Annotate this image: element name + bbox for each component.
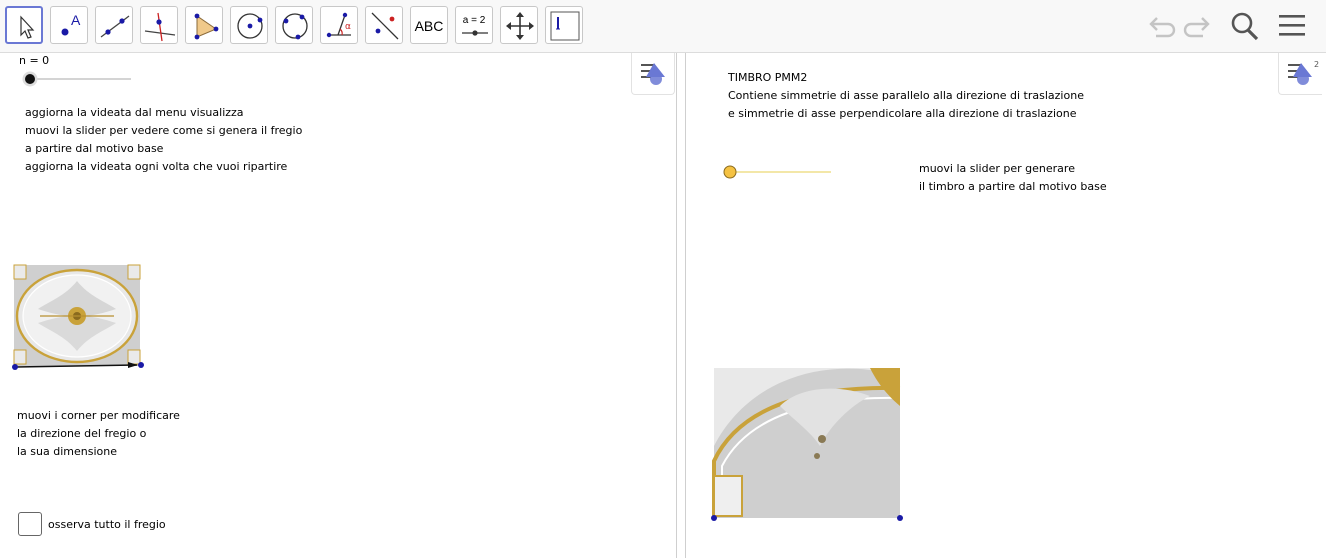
redo-icon xyxy=(1183,17,1210,38)
panel-divider[interactable] xyxy=(676,53,686,558)
slider-n[interactable] xyxy=(18,68,138,90)
move-arrows-icon xyxy=(506,12,534,40)
perpendicular-line-icon xyxy=(144,12,176,42)
slider-tool-button[interactable]: a = 2 xyxy=(455,6,493,44)
toolbar: A α ABC a = 2 xyxy=(0,0,1326,53)
text-tool-label: ABC xyxy=(414,18,444,34)
pattern-description-line: Contiene simmetrie di asse parallelo all… xyxy=(728,89,1084,102)
image-icon xyxy=(550,11,580,41)
pattern-title: TIMBRO PMM2 xyxy=(728,71,808,84)
style-bar-toggle-2[interactable]: 2 xyxy=(1278,53,1322,95)
angle-icon xyxy=(326,12,351,38)
move-graphics-tool-button[interactable] xyxy=(500,6,538,44)
line-tool-button[interactable] xyxy=(95,6,133,44)
angle-tool-button[interactable]: α xyxy=(320,6,358,44)
angle-tool-label: α xyxy=(345,22,351,32)
graphics-view-2[interactable]: TIMBRO PMM2 Contiene simmetrie di asse p… xyxy=(686,53,1326,558)
base-motif-image[interactable] xyxy=(10,261,150,373)
reflect-line-icon xyxy=(371,12,399,40)
reflect-tool-button[interactable] xyxy=(365,6,403,44)
triangle-icon xyxy=(194,13,219,40)
search-icon xyxy=(1231,12,1259,41)
circle-center-icon xyxy=(237,13,263,39)
undo-button[interactable] xyxy=(1144,10,1178,42)
image-tool-button[interactable] xyxy=(545,6,583,44)
slider-icon xyxy=(462,30,488,36)
instruction-line: muovi la slider per vedere come si gener… xyxy=(25,124,303,137)
redo-button[interactable] xyxy=(1181,10,1215,42)
instruction-line: aggiorna la videata ogni volta che vuoi … xyxy=(25,160,288,173)
style-bar-toggle-1[interactable] xyxy=(631,53,675,95)
point-tool-label: A xyxy=(71,12,81,28)
point-icon xyxy=(61,28,69,36)
show-frieze-checkbox[interactable] xyxy=(18,512,42,536)
stamp-motif-image[interactable] xyxy=(710,366,930,526)
hamburger-menu-icon xyxy=(1279,15,1305,36)
slider-instruction-line: muovi la slider per generare xyxy=(919,162,1075,175)
point-tool-button[interactable]: A xyxy=(50,6,88,44)
pattern-description-line: e simmetrie di asse perpendicolare alla … xyxy=(728,107,1077,120)
slider-n-label: n = 0 xyxy=(19,54,50,67)
main-menu-button[interactable] xyxy=(1276,10,1310,42)
slider-instruction-line: il timbro a partire dal motivo base xyxy=(919,180,1107,193)
text-tool-button[interactable]: ABC xyxy=(410,6,448,44)
search-button[interactable] xyxy=(1228,10,1262,42)
style-bar-icon xyxy=(641,63,665,85)
circle-three-points-icon xyxy=(282,13,308,40)
circle-three-points-tool-button[interactable] xyxy=(275,6,313,44)
slider-stamp[interactable] xyxy=(720,162,834,184)
polygon-tool-button[interactable] xyxy=(185,6,223,44)
corner-instruction-line: la direzione del fregio o xyxy=(17,427,147,440)
style-bar-index: 2 xyxy=(1314,60,1320,69)
undo-icon xyxy=(1149,17,1176,38)
show-frieze-label: osserva tutto il fregio xyxy=(48,518,166,531)
graphics-view-1[interactable]: n = 0 aggiorna la videata dal menu visua… xyxy=(0,53,676,558)
line-icon xyxy=(100,15,130,38)
corner-instruction-line: muovi i corner per modificare xyxy=(17,409,180,422)
move-tool-button[interactable] xyxy=(5,6,43,44)
corner-instruction-line: la sua dimensione xyxy=(17,445,117,458)
instruction-line: a partire dal motivo base xyxy=(25,142,164,155)
circle-tool-button[interactable] xyxy=(230,6,268,44)
instruction-line: aggiorna la videata dal menu visualizza xyxy=(25,106,244,119)
cursor-arrow-icon xyxy=(20,15,35,39)
perpendicular-tool-button[interactable] xyxy=(140,6,178,44)
